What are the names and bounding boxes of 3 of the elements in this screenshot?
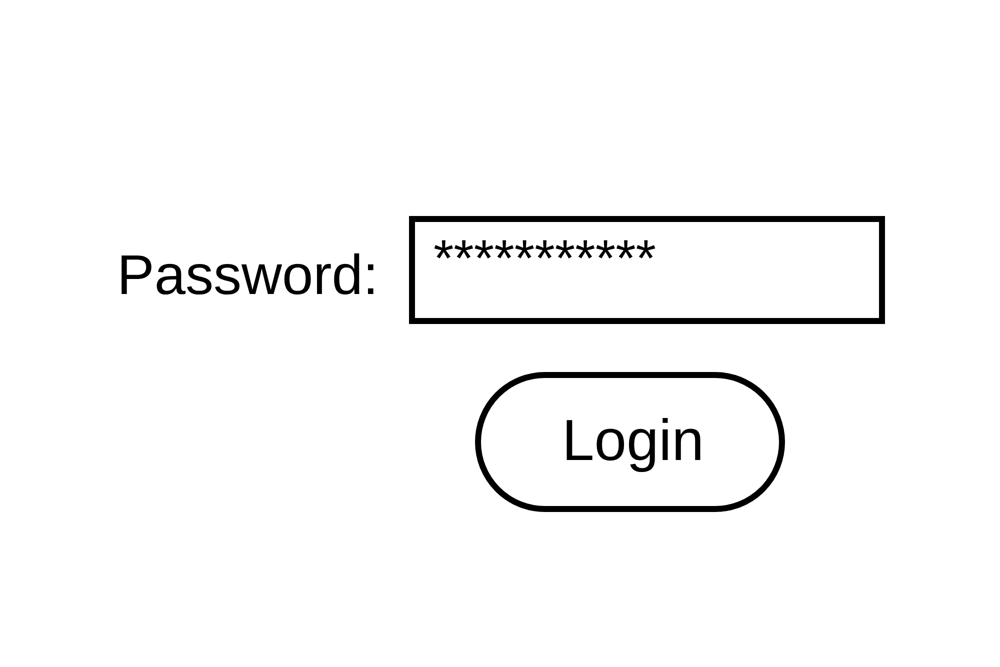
login-button[interactable]: Login xyxy=(475,372,785,512)
password-label: Password: xyxy=(117,247,378,303)
password-field[interactable]: *********** xyxy=(409,216,886,324)
